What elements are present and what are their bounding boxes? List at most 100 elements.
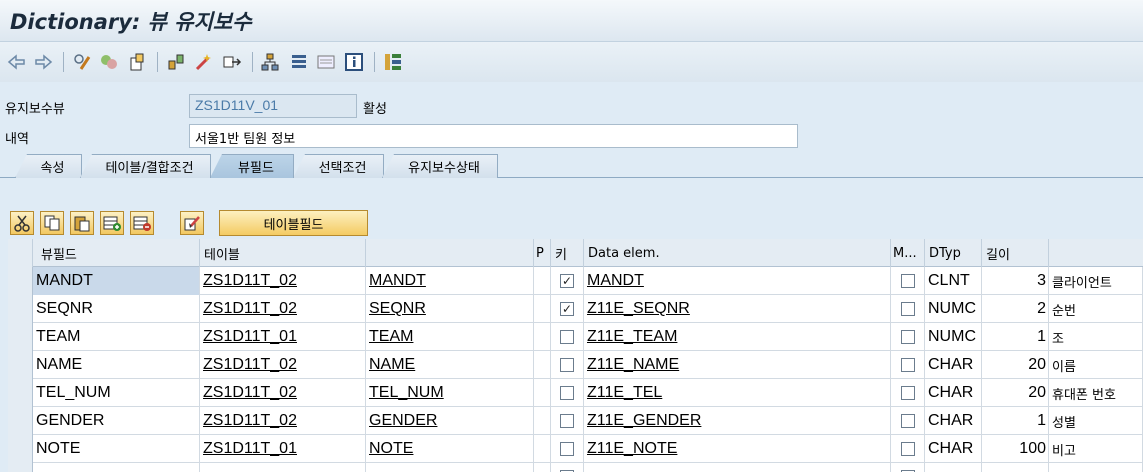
copy-icon[interactable] (40, 211, 64, 235)
active-inactive-icon[interactable] (99, 52, 119, 72)
row-selector[interactable] (8, 435, 33, 463)
key-checkbox[interactable] (551, 323, 584, 351)
data-element-cell[interactable]: Z11E_TEL (584, 379, 891, 407)
col-field[interactable] (366, 239, 534, 267)
key-checkbox[interactable]: ✓ (551, 267, 584, 295)
info-icon[interactable] (344, 52, 364, 72)
key-checkbox[interactable] (551, 351, 584, 379)
table-name-cell[interactable]: ZS1D11T_02 (200, 351, 366, 379)
col-key[interactable]: 키 (551, 239, 584, 267)
table-row[interactable]: NAME ZS1D11T_02 NAME Z11E_NAME CHAR 20 이름 (8, 351, 1143, 379)
col-dtyp[interactable]: DTyp (925, 239, 982, 267)
dtyp-cell[interactable]: CHAR (925, 435, 982, 463)
maintenance-check-icon[interactable] (901, 386, 915, 400)
maintenance-check-icon[interactable] (901, 358, 915, 372)
key-check-icon[interactable] (560, 330, 574, 344)
m-checkbox[interactable] (891, 267, 925, 295)
view-field-cell[interactable]: TEAM (33, 323, 200, 351)
edit-field-icon[interactable] (180, 211, 204, 235)
key-checkbox[interactable]: ✓ (551, 295, 584, 323)
row-selector[interactable] (8, 267, 33, 295)
key-check-icon[interactable] (560, 442, 574, 456)
table-row[interactable]: MANDT ZS1D11T_02 MANDT ✓ MANDT CLNT 3 클라이언트 (8, 267, 1143, 295)
view-field-cell[interactable]: GENDER (33, 407, 200, 435)
empty-cell[interactable] (584, 463, 891, 472)
table-name-cell[interactable]: ZS1D11T_02 (200, 407, 366, 435)
view-field-cell[interactable]: MANDT (33, 267, 200, 295)
length-cell[interactable]: 20 (982, 351, 1049, 379)
view-field-cell[interactable]: SEQNR (33, 295, 200, 323)
row-selector[interactable] (8, 379, 33, 407)
data-element-cell[interactable]: Z11E_NOTE (584, 435, 891, 463)
table-name-cell[interactable]: ZS1D11T_02 (200, 379, 366, 407)
dtyp-cell[interactable]: NUMC (925, 295, 982, 323)
maintenance-check-icon[interactable] (901, 274, 915, 288)
display-change-icon[interactable] (72, 52, 92, 72)
row-selector[interactable] (8, 407, 33, 435)
view-field-cell[interactable]: TEL_NUM (33, 379, 200, 407)
cut-icon[interactable] (10, 211, 34, 235)
col-view-field[interactable]: 뷰필드 (33, 239, 200, 267)
field-name-cell[interactable]: TEAM (366, 323, 534, 351)
data-element-cell[interactable]: Z11E_TEAM (584, 323, 891, 351)
p-cell[interactable] (534, 295, 551, 323)
activate-icon[interactable] (194, 52, 214, 72)
display-object-list-icon[interactable] (316, 52, 336, 72)
col-table[interactable]: 테이블 (200, 239, 366, 267)
row-selector[interactable] (8, 463, 33, 472)
empty-cell[interactable] (982, 463, 1049, 472)
field-name-cell[interactable]: TEL_NUM (366, 379, 534, 407)
where-used-icon[interactable] (222, 52, 242, 72)
empty-cell[interactable] (366, 463, 534, 472)
empty-cell[interactable] (534, 463, 551, 472)
tab-view-fields[interactable]: 뷰필드 (210, 154, 294, 178)
key-check-icon[interactable] (560, 386, 574, 400)
object-list-icon[interactable] (289, 52, 309, 72)
tab-selection-conditions[interactable]: 선택조건 (293, 154, 384, 178)
key-check-icon[interactable]: ✓ (560, 274, 574, 288)
length-cell[interactable]: 3 (982, 267, 1049, 295)
tab-table-join[interactable]: 테이블/결합조건 (80, 154, 211, 178)
row-selector[interactable] (8, 295, 33, 323)
length-cell[interactable]: 2 (982, 295, 1049, 323)
description-field[interactable]: 서울1반 팀원 정보 (189, 124, 798, 148)
table-name-cell[interactable]: ZS1D11T_01 (200, 323, 366, 351)
dtyp-cell[interactable]: NUMC (925, 323, 982, 351)
col-length[interactable]: 길이 (982, 239, 1049, 267)
m-checkbox[interactable] (891, 435, 925, 463)
empty-cell[interactable] (551, 463, 584, 472)
row-selector[interactable] (8, 323, 33, 351)
key-checkbox[interactable] (551, 379, 584, 407)
empty-cell[interactable] (200, 463, 366, 472)
view-name-field[interactable]: ZS1D11V_01 (189, 94, 357, 118)
table-row[interactable]: TEL_NUM ZS1D11T_02 TEL_NUM Z11E_TEL CHAR 20 휴대… (8, 379, 1143, 407)
table-row[interactable]: SEQNR ZS1D11T_02 SEQNR ✓ Z11E_SEQNR NUMC 2 순번 (8, 295, 1143, 323)
p-cell[interactable] (534, 267, 551, 295)
short-text-cell[interactable]: 클라이언트 (1049, 267, 1143, 295)
length-cell[interactable]: 20 (982, 379, 1049, 407)
field-name-cell[interactable]: NAME (366, 351, 534, 379)
hierarchy-icon[interactable] (260, 52, 280, 72)
check-icon[interactable] (166, 52, 186, 72)
m-checkbox[interactable] (891, 323, 925, 351)
row-selector[interactable] (8, 351, 33, 379)
table-name-cell[interactable]: ZS1D11T_02 (200, 295, 366, 323)
insert-row-icon[interactable] (100, 211, 124, 235)
dtyp-cell[interactable]: CHAR (925, 351, 982, 379)
view-field-cell[interactable]: NOTE (33, 435, 200, 463)
maintenance-check-icon[interactable] (901, 442, 915, 456)
data-element-cell[interactable]: Z11E_GENDER (584, 407, 891, 435)
table-row[interactable]: NOTE ZS1D11T_01 NOTE Z11E_NOTE CHAR 100 비고 (8, 435, 1143, 463)
field-name-cell[interactable]: SEQNR (366, 295, 534, 323)
table-name-cell[interactable]: ZS1D11T_01 (200, 435, 366, 463)
dtyp-cell[interactable]: CHAR (925, 379, 982, 407)
m-checkbox[interactable] (891, 351, 925, 379)
empty-cell[interactable] (925, 463, 982, 472)
short-text-cell[interactable]: 휴대폰 번호 (1049, 379, 1143, 407)
col-p[interactable]: P (534, 239, 551, 267)
short-text-cell[interactable]: 성별 (1049, 407, 1143, 435)
m-checkbox[interactable] (891, 379, 925, 407)
tab-maintenance-status[interactable]: 유지보수상태 (382, 154, 498, 178)
empty-cell[interactable] (1049, 463, 1143, 472)
key-check-icon[interactable] (560, 358, 574, 372)
